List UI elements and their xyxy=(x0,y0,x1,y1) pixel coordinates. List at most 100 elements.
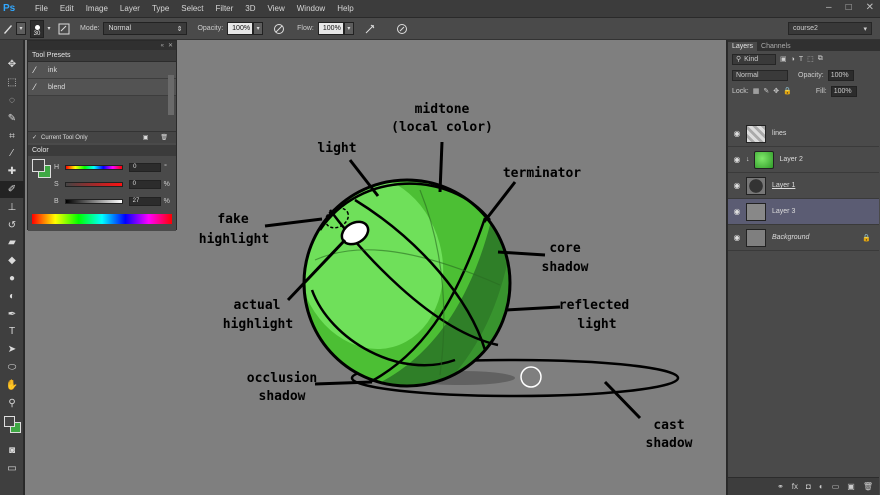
layer-row[interactable]: ◉ Background 🔒 xyxy=(728,225,879,251)
layer-opacity-input[interactable]: 100% xyxy=(827,69,854,81)
filter-adjust-icon[interactable]: ◑ xyxy=(791,56,795,63)
zoom-tool-icon[interactable]: ⚲ xyxy=(0,394,24,412)
blur-tool-icon[interactable]: ● xyxy=(0,270,24,288)
menu-view[interactable]: View xyxy=(262,4,291,13)
opacity-input[interactable]: 100% xyxy=(227,22,254,35)
lock-transparent-icon[interactable]: ▦ xyxy=(753,87,760,95)
preset-item[interactable]: ⁄ blend xyxy=(28,79,176,96)
layer-style-icon[interactable]: fx xyxy=(792,482,798,491)
eye-icon[interactable]: ◉ xyxy=(728,207,746,216)
mode-select[interactable]: Normal ⇕ xyxy=(103,22,188,35)
flow-input[interactable]: 100% xyxy=(317,22,344,35)
tab-color[interactable]: Color xyxy=(28,145,176,156)
trash-icon[interactable]: 🗑 xyxy=(863,482,873,491)
layer-row[interactable]: ◉ ↓ Layer 2 xyxy=(728,147,879,173)
preset-item[interactable]: ⁄ ink xyxy=(28,62,176,79)
brush-tool-icon[interactable]: ✐ xyxy=(0,180,24,199)
fill-input[interactable]: 100% xyxy=(830,85,857,97)
pen-tool-icon[interactable]: ✒ xyxy=(0,305,24,323)
menu-select[interactable]: Select xyxy=(175,4,209,13)
menu-3d[interactable]: 3D xyxy=(239,4,261,13)
stamp-tool-icon[interactable]: ⊥ xyxy=(0,198,24,216)
eye-icon[interactable]: ◉ xyxy=(728,155,746,164)
maximize-button[interactable]: □ xyxy=(846,2,852,13)
menu-window[interactable]: Window xyxy=(291,4,331,13)
new-group-icon[interactable]: ▭ xyxy=(832,482,840,491)
menu-layer[interactable]: Layer xyxy=(114,4,146,13)
quick-mask-icon[interactable]: ◙ xyxy=(0,442,24,460)
crop-tool-icon[interactable]: ⌗ xyxy=(0,127,24,145)
brightness-track[interactable] xyxy=(64,198,123,204)
history-brush-tool-icon[interactable]: ↺ xyxy=(0,216,24,234)
layer-row[interactable]: ◉ lines xyxy=(728,121,879,147)
collapse-icon[interactable]: « xyxy=(161,43,164,49)
blend-mode-select[interactable]: Normal xyxy=(732,69,788,81)
lasso-tool-icon[interactable]: ◌ xyxy=(0,92,24,110)
brush-tool-icon[interactable] xyxy=(0,21,16,37)
screen-mode-icon[interactable]: ▭ xyxy=(0,460,24,478)
saturation-track[interactable] xyxy=(64,181,123,187)
h-value[interactable]: 0 xyxy=(129,162,162,172)
filter-type-icon[interactable]: T xyxy=(799,56,803,63)
foreground-color-swatch[interactable] xyxy=(32,159,45,172)
adjustment-layer-icon[interactable]: ◐ xyxy=(819,482,824,491)
move-tool-icon[interactable]: ✥ xyxy=(0,56,24,74)
workspace-select[interactable]: course2 ▾ xyxy=(788,22,872,35)
layer-row[interactable]: ◉ Layer 1 xyxy=(728,173,879,199)
tab-tool-presets[interactable]: Tool Presets xyxy=(28,50,176,62)
color-swatches[interactable] xyxy=(0,412,23,442)
minimize-button[interactable]: – xyxy=(826,2,832,13)
airbrush-icon[interactable] xyxy=(362,21,378,37)
color-spectrum-ramp[interactable] xyxy=(32,214,172,224)
pressure-size-icon[interactable] xyxy=(394,21,410,37)
tool-preset-dropdown-icon[interactable]: ▾ xyxy=(16,22,26,35)
hue-slider-row[interactable]: H 0 ° xyxy=(54,162,174,172)
marquee-tool-icon[interactable]: ⬚ xyxy=(0,74,24,92)
dodge-tool-icon[interactable]: ◐ xyxy=(0,287,24,305)
hue-track[interactable] xyxy=(65,164,124,170)
close-panel-icon[interactable]: ✕ xyxy=(168,42,173,49)
brush-size-dropdown-icon[interactable]: ▾ xyxy=(44,22,54,35)
lock-all-icon[interactable]: 🔒 xyxy=(783,87,792,95)
filter-pixel-icon[interactable]: ▣ xyxy=(780,55,787,63)
lock-position-icon[interactable]: ✥ xyxy=(773,87,779,95)
layer-row[interactable]: ◉ Layer 3 xyxy=(728,199,879,225)
flow-dropdown-icon[interactable]: ▾ xyxy=(343,22,354,35)
eye-icon[interactable]: ◉ xyxy=(728,181,746,190)
new-preset-icon[interactable]: ▣ xyxy=(143,134,149,141)
path-select-tool-icon[interactable]: ➤ xyxy=(0,341,24,359)
brush-panel-toggle-icon[interactable] xyxy=(56,21,72,37)
menu-filter[interactable]: Filter xyxy=(210,4,240,13)
menu-file[interactable]: File xyxy=(29,4,54,13)
hand-tool-icon[interactable]: ✋ xyxy=(0,376,24,394)
filter-shape-icon[interactable]: ⬚ xyxy=(807,55,814,63)
filter-kind-select[interactable]: ⚲ Kind xyxy=(732,53,776,65)
menu-help[interactable]: Help xyxy=(331,4,359,13)
new-layer-icon[interactable]: ▣ xyxy=(847,482,855,491)
gradient-tool-icon[interactable]: ◆ xyxy=(0,252,24,270)
lock-pixels-icon[interactable]: ✎ xyxy=(763,87,769,95)
tab-layers[interactable]: Layers xyxy=(728,42,758,51)
close-button[interactable]: ✕ xyxy=(866,2,874,13)
eye-icon[interactable]: ◉ xyxy=(728,129,746,138)
eyedropper-tool-icon[interactable]: ⁄ xyxy=(0,145,24,163)
brush-size-picker[interactable]: 30 xyxy=(30,19,44,38)
saturation-slider-row[interactable]: S 0 % xyxy=(54,179,174,189)
menu-type[interactable]: Type xyxy=(146,4,175,13)
presets-scrollbar[interactable] xyxy=(168,75,174,115)
shape-tool-icon[interactable]: ⬭ xyxy=(0,359,24,377)
tab-channels[interactable]: Channels xyxy=(757,42,795,51)
checkbox-icon[interactable]: ✓ xyxy=(32,134,37,141)
add-mask-icon[interactable]: ◘ xyxy=(806,482,811,491)
filter-smart-icon[interactable]: ⧉ xyxy=(818,55,823,63)
trash-icon[interactable]: 🗑 xyxy=(160,134,168,141)
eraser-tool-icon[interactable]: ▰ xyxy=(0,234,24,252)
pressure-opacity-icon[interactable] xyxy=(271,21,287,37)
healing-tool-icon[interactable]: ✚ xyxy=(0,163,24,181)
menu-image[interactable]: Image xyxy=(80,4,114,13)
type-tool-icon[interactable]: T xyxy=(0,323,24,341)
eye-icon[interactable]: ◉ xyxy=(728,233,746,242)
opacity-dropdown-icon[interactable]: ▾ xyxy=(253,22,264,35)
s-value[interactable]: 0 xyxy=(128,179,161,189)
menu-edit[interactable]: Edit xyxy=(54,4,80,13)
